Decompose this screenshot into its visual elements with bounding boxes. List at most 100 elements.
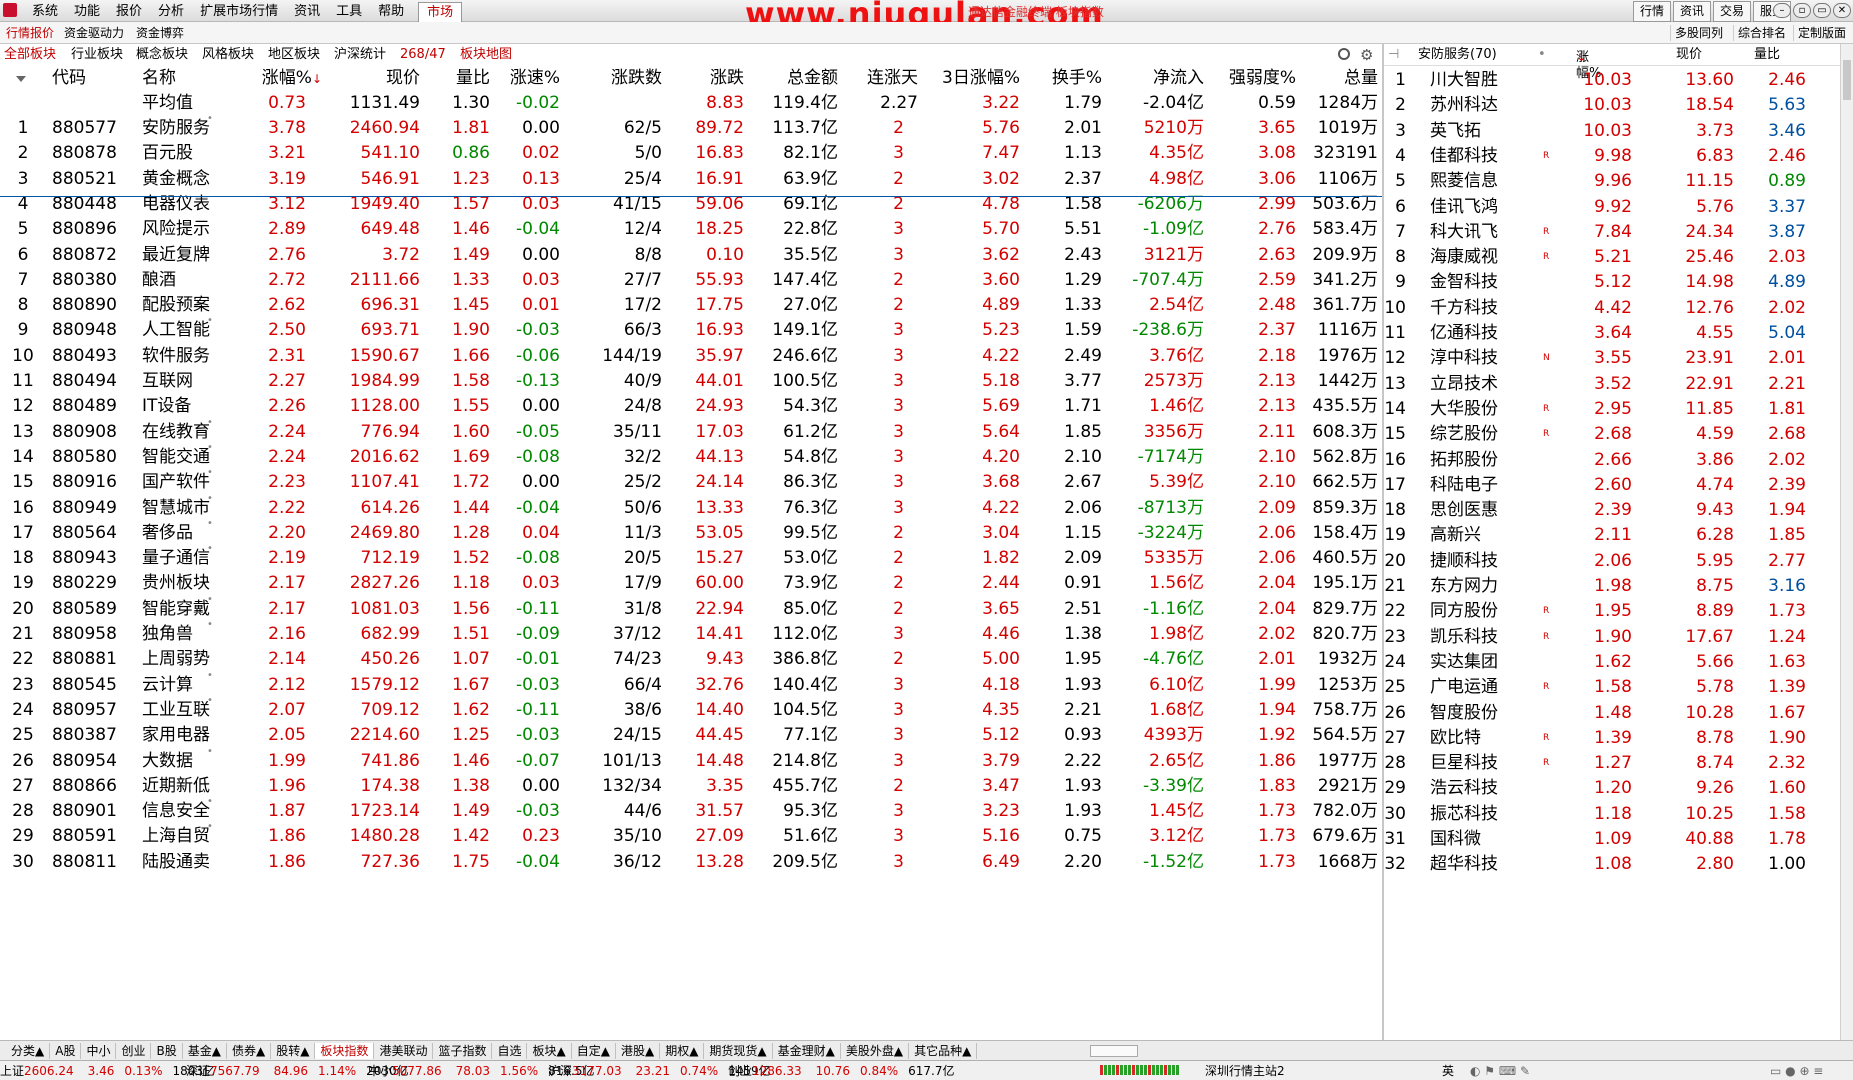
table-row[interactable]: 15 880916 国产软件 2.23 1107.41 1.72 0.00 25/2 24.14…: [0, 467, 1382, 495]
tab-custom-layout[interactable]: 定制版面: [1793, 25, 1850, 41]
constituent-name[interactable]: 智度股份: [1430, 701, 1540, 726]
col-header-change[interactable]: 涨跌: [672, 66, 744, 91]
right-scrollbar[interactable]: [1840, 44, 1853, 1040]
constituent-row[interactable]: 22 同方股份 R 1.95 8.89 1.73: [1384, 599, 1840, 624]
constituent-name[interactable]: 欧比特: [1430, 726, 1540, 751]
table-row[interactable]: 21 880958 独角兽 2.16 682.99 1.51 -0.09 37/12 14.41…: [0, 619, 1382, 647]
col-header-pct[interactable]: 涨幅%↓: [230, 66, 322, 91]
constituent-name[interactable]: 科陆电子: [1430, 473, 1540, 498]
constituent-row[interactable]: 14 大华股份 R 2.95 11.85 1.81: [1384, 397, 1840, 422]
market-tab[interactable]: 期货现货▲: [704, 1043, 773, 1059]
market-tab[interactable]: 债券▲: [227, 1043, 272, 1059]
constituent-name[interactable]: 捷顺科技: [1430, 549, 1540, 574]
index-quote[interactable]: 上证2606.24 3.46 0.13% 1803亿: [0, 1063, 215, 1079]
rp-col-header-vol-ratio[interactable]: 量比: [1754, 47, 1780, 63]
cell-name[interactable]: 酿酒: [142, 268, 222, 293]
table-row[interactable]: 25 880387 家用电器 2.05 2214.60 1.25 -0.03 24/15 44.…: [0, 723, 1382, 748]
cell-name[interactable]: 软件服务: [142, 344, 222, 369]
market-tab[interactable]: 其它品种▲: [909, 1043, 978, 1059]
market-tab[interactable]: B股: [151, 1043, 183, 1059]
constituent-name[interactable]: 川大智胜: [1430, 68, 1540, 93]
table-row[interactable]: 17 880564 奢侈品 2.20 2469.80 1.28 0.04 11/3 53.05 9…: [0, 518, 1382, 546]
constituent-row[interactable]: 19 高新兴 2.11 6.28 1.85: [1384, 523, 1840, 548]
cell-name[interactable]: 风险提示: [142, 217, 222, 242]
cell-name[interactable]: 配股预案: [142, 293, 222, 318]
constituent-name[interactable]: 淳中科技: [1430, 346, 1540, 371]
tab-quotes[interactable]: 行情报价: [2, 25, 58, 41]
constituent-name[interactable]: 科大讯飞: [1430, 220, 1540, 245]
market-tab[interactable]: 自选: [492, 1043, 528, 1059]
market-tab[interactable]: 板块指数: [315, 1043, 375, 1059]
constituent-row[interactable]: 2 苏州科达 10.03 18.54 5.63: [1384, 93, 1840, 118]
market-tab[interactable]: 港股▲: [616, 1043, 661, 1059]
table-row[interactable]: 19 880229 贵州板块 2.17 2827.26 1.18 0.03 17/9 60.00…: [0, 571, 1382, 596]
menu-item[interactable]: 系统: [24, 2, 66, 23]
cell-name[interactable]: 陆股通卖: [142, 850, 222, 875]
cell-name[interactable]: 上周弱势: [142, 647, 222, 672]
constituent-name[interactable]: 熙菱信息: [1430, 169, 1540, 194]
cell-name[interactable]: 互联网: [142, 369, 222, 394]
constituent-name[interactable]: 实达集团: [1430, 650, 1540, 675]
cat-tab-style[interactable]: 风格板块: [202, 47, 254, 63]
constituent-name[interactable]: 佳讯飞鸿: [1430, 195, 1540, 220]
constituent-row[interactable]: 4 佳都科技 R 9.98 6.83 2.46: [1384, 144, 1840, 169]
market-tab[interactable]: 港美联动: [374, 1043, 434, 1059]
constituent-row[interactable]: 12 淳中科技 N 3.55 23.91 2.01: [1384, 346, 1840, 371]
constituent-name[interactable]: 振芯科技: [1430, 802, 1540, 827]
constituent-row[interactable]: 28 巨星科技 R 1.27 8.74 2.32: [1384, 751, 1840, 776]
cat-tab-all[interactable]: 全部板块: [4, 47, 56, 63]
constituent-row[interactable]: 24 实达集团 1.62 5.66 1.63: [1384, 650, 1840, 675]
top-nav-button[interactable]: 交易: [1712, 1, 1751, 22]
table-row[interactable]: 10 880493 软件服务 2.31 1590.67 1.66 -0.06 144/19 35…: [0, 344, 1382, 369]
col-header-code[interactable]: 代码: [52, 66, 122, 91]
col-header-amount[interactable]: 总金额: [750, 66, 838, 91]
col-header-speed[interactable]: 涨速%: [490, 66, 560, 91]
constituent-row[interactable]: 17 科陆电子 2.60 4.74 2.39: [1384, 473, 1840, 498]
market-tab[interactable]: 基金理财▲: [773, 1043, 841, 1059]
table-row[interactable]: 6 880872 最近复牌 2.76 3.72 1.49 0.00 8/8 0.10 35.5亿 3…: [0, 243, 1382, 268]
col-header-vol-ratio[interactable]: 量比: [430, 66, 490, 91]
col-header-pct3[interactable]: 3日涨幅%: [924, 66, 1020, 91]
market-tab[interactable]: 中小: [81, 1043, 117, 1059]
tab-fund-game[interactable]: 资金博弈: [132, 25, 188, 41]
ime-indicator[interactable]: 英: [1442, 1063, 1454, 1079]
table-row[interactable]: 11 880494 互联网 2.27 1984.99 1.58 -0.13 40/9 44.01…: [0, 369, 1382, 394]
table-row[interactable]: 26 880954 大数据 1.99 741.86 1.46 -0.07 101/13 14.4…: [0, 746, 1382, 774]
pin-icon[interactable]: ⊣: [1388, 47, 1399, 63]
top-nav-button[interactable]: 资讯: [1672, 1, 1711, 22]
menu-item[interactable]: 资讯: [286, 2, 328, 23]
constituent-name[interactable]: 浩云科技: [1430, 776, 1540, 801]
cat-tab-region[interactable]: 地区板块: [268, 47, 320, 63]
constituent-row[interactable]: 30 振芯科技 1.18 10.25 1.58: [1384, 802, 1840, 827]
market-tab[interactable]: 自定▲: [572, 1043, 616, 1059]
table-row[interactable]: 23 880545 云计算 2.12 1579.12 1.67 -0.03 66/4 32.76…: [0, 670, 1382, 698]
constituent-name[interactable]: 千方科技: [1430, 296, 1540, 321]
scroll-thumb[interactable]: [1843, 60, 1851, 100]
constituent-row[interactable]: 3 英飞拓 10.03 3.73 3.46: [1384, 119, 1840, 144]
tab-fund-drive[interactable]: 资金驱动力: [60, 25, 128, 41]
col-header-volume[interactable]: 总量: [1300, 66, 1378, 91]
market-tab[interactable]: 基金▲: [183, 1043, 227, 1059]
constituent-row[interactable]: 13 立昂技术 3.52 22.91 2.21: [1384, 372, 1840, 397]
cat-tab-concept[interactable]: 概念板块: [136, 47, 188, 63]
table-row[interactable]: 22 880881 上周弱势 2.14 450.26 1.07 -0.01 74/23 9.43…: [0, 647, 1382, 672]
market-tab[interactable]: 期权▲: [660, 1043, 705, 1059]
constituent-name[interactable]: 国科微: [1430, 827, 1540, 852]
constituent-name[interactable]: 海康威视: [1430, 245, 1540, 270]
tab-multi-stock[interactable]: 多股同列: [1670, 25, 1727, 41]
col-header-streak[interactable]: 连涨天: [848, 66, 918, 91]
constituent-name[interactable]: 综艺股份: [1430, 422, 1540, 447]
table-row[interactable]: 12 880489 IT设备 2.26 1128.00 1.55 0.00 24/8 24.93…: [0, 394, 1382, 419]
constituent-name[interactable]: 亿通科技: [1430, 321, 1540, 346]
maximize-icon[interactable]: ▭: [1813, 3, 1831, 18]
table-row[interactable]: 8 880890 配股预案 2.62 696.31 1.45 0.01 17/2 17.75 27…: [0, 293, 1382, 318]
constituent-row[interactable]: 1 川大智胜 10.03 13.60 2.46: [1384, 68, 1840, 93]
constituent-name[interactable]: 东方网力: [1430, 574, 1540, 599]
table-row[interactable]: 16 880949 智慧城市 2.22 614.26 1.44 -0.04 50/6 13.33…: [0, 493, 1382, 521]
cat-tab-industry[interactable]: 行业板块: [71, 47, 123, 63]
table-row[interactable]: 18 880943 量子通信 2.19 712.19 1.52 -0.08 20/5 15.27…: [0, 543, 1382, 571]
col-header-price[interactable]: 现价: [320, 66, 420, 91]
cell-name[interactable]: 近期新低: [142, 774, 222, 799]
constituent-row[interactable]: 15 综艺股份 R 2.68 4.59 2.68: [1384, 422, 1840, 447]
menu-item[interactable]: 工具: [328, 2, 370, 23]
